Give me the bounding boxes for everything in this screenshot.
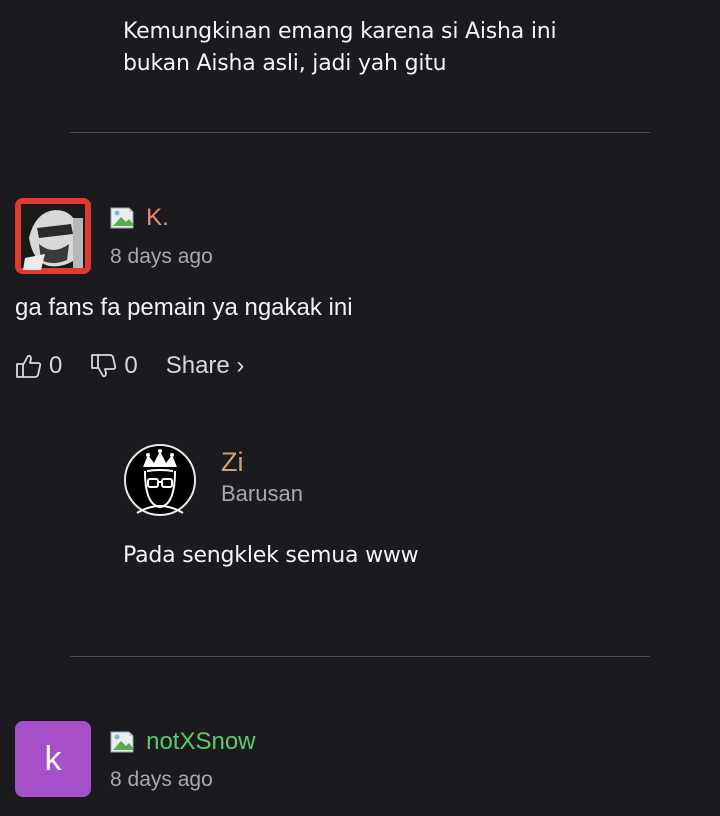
share-button[interactable]: Share › [166, 352, 245, 380]
comment-text: ga fans fa pemain ya ngakak ini [15, 294, 353, 321]
avatar[interactable]: k [15, 721, 91, 797]
timestamp: 8 days ago [110, 245, 213, 268]
divider [70, 132, 650, 133]
reply-text-line-1: Kemungkinan emang karena si Aisha ini [123, 19, 557, 44]
share-label: Share › [165, 352, 245, 379]
avatar[interactable] [15, 198, 91, 274]
like-button[interactable]: 0 [15, 352, 62, 380]
like-count: 0 [49, 352, 63, 379]
divider [70, 656, 650, 657]
thumbs-up-icon [15, 352, 43, 380]
reply-text-line-2: bukan Aisha asli, jadi yah gitu [123, 51, 447, 76]
username[interactable]: Zi [221, 447, 244, 478]
dislike-button[interactable]: 0 [90, 352, 138, 380]
comment-username-row: K. [109, 204, 169, 232]
crown-avatar-icon [124, 444, 196, 516]
avatar-letter: k [44, 739, 62, 778]
thumbs-down-icon [90, 352, 118, 380]
reply-text-top: Kemungkinan emang karena si Aisha ini bu… [123, 16, 557, 80]
username[interactable]: notXSnow [146, 728, 255, 755]
avatar[interactable] [123, 443, 197, 517]
username[interactable]: K. [146, 204, 169, 231]
dislike-count: 0 [124, 352, 138, 379]
comment-actions: 0 0 Share › [15, 352, 244, 380]
timestamp: Barusan [221, 481, 303, 506]
broken-image-icon [109, 206, 141, 230]
comment-username-row: notXSnow [109, 728, 256, 756]
timestamp: 8 days ago [110, 768, 213, 791]
reply-text: Pada sengklek semua www [123, 543, 419, 568]
broken-image-icon [109, 730, 141, 754]
